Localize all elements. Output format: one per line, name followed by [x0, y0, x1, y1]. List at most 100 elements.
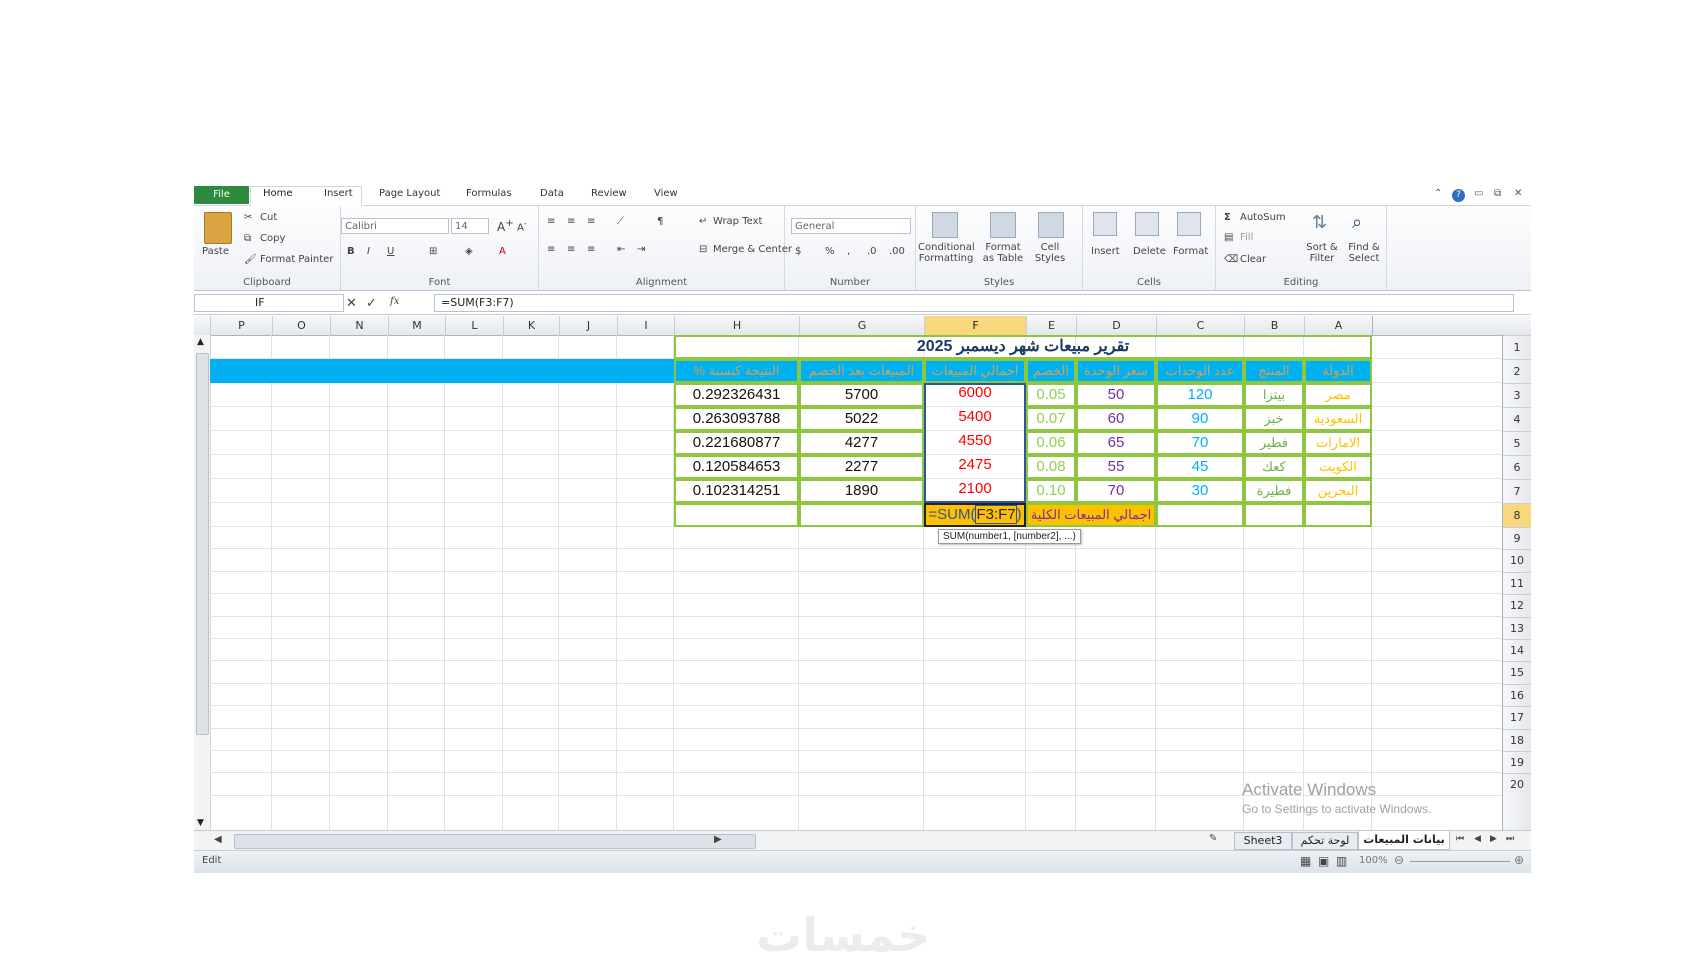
page-break-view-icon[interactable]: ▥	[1336, 854, 1347, 868]
font-name-select[interactable]: Calibri	[341, 218, 449, 234]
window-restore-icon[interactable]: ⧉	[1494, 188, 1501, 199]
cell-e6[interactable]: 0.08	[1026, 455, 1076, 479]
cell-c3[interactable]: 120	[1156, 383, 1244, 407]
row-header-6[interactable]: 6	[1503, 455, 1531, 479]
row-header-14[interactable]: 14	[1503, 639, 1531, 661]
find-select-icon[interactable]: ⌕	[1352, 212, 1362, 233]
column-header-c[interactable]: C	[1156, 316, 1244, 335]
header-cell-a[interactable]: الدولة	[1304, 359, 1372, 383]
comma-icon[interactable]: ,	[847, 246, 850, 257]
italic-icon[interactable]: I	[367, 246, 370, 257]
conditional-formatting-button[interactable]: Conditional Formatting	[918, 242, 975, 264]
cell-styles-icon[interactable]	[1038, 212, 1064, 238]
cell-b8[interactable]	[1244, 503, 1304, 527]
column-header-l[interactable]: L	[445, 316, 503, 335]
cell-b4[interactable]: خبز	[1244, 407, 1304, 431]
sheet-nav-last-icon[interactable]: ⏭	[1506, 834, 1514, 844]
row-header-12[interactable]: 12	[1503, 594, 1531, 616]
cell-g8[interactable]	[799, 503, 924, 527]
hscroll-left-icon[interactable]: ◀	[214, 834, 222, 845]
cell-g3[interactable]: 5700	[799, 383, 924, 407]
cell-c8[interactable]	[1156, 503, 1244, 527]
cell-e3[interactable]: 0.05	[1026, 383, 1076, 407]
delete-cells-icon[interactable]	[1135, 212, 1159, 236]
horizontal-scroll-thumb[interactable]	[234, 834, 756, 849]
currency-icon[interactable]: $	[795, 246, 801, 257]
row-header-18[interactable]: 18	[1503, 728, 1531, 751]
borders-icon[interactable]: ⊞	[429, 246, 437, 257]
help-icon[interactable]: ?	[1452, 189, 1465, 202]
cell-a8[interactable]	[1304, 503, 1372, 527]
underline-icon[interactable]: U	[387, 246, 394, 257]
page-layout-view-icon[interactable]: ▣	[1318, 854, 1329, 868]
decrease-indent-icon[interactable]: ⇤	[617, 244, 625, 255]
cell-g4[interactable]: 5022	[799, 407, 924, 431]
insert-cells-button[interactable]: Insert	[1091, 246, 1120, 257]
fill-button[interactable]: Fill	[1240, 232, 1253, 243]
row-header-16[interactable]: 16	[1503, 683, 1531, 706]
row-header-9[interactable]: 9	[1503, 527, 1531, 549]
increase-indent-icon[interactable]: ⇥	[637, 244, 645, 255]
cell-a5[interactable]: الامارات	[1304, 431, 1372, 455]
merge-center-icon[interactable]: ⊟	[699, 244, 707, 255]
active-cell-f8[interactable]: =SUM(F3:F7)	[924, 503, 1026, 527]
clear-button[interactable]: Clear	[1240, 254, 1266, 265]
row-header-13[interactable]: 13	[1503, 616, 1531, 639]
cell-e7[interactable]: 0.10	[1026, 479, 1076, 503]
cell-d3[interactable]: 50	[1076, 383, 1156, 407]
select-all-corner[interactable]	[1372, 316, 1401, 335]
cell-d6[interactable]: 55	[1076, 455, 1156, 479]
shrink-font-icon[interactable]: A-	[517, 218, 527, 233]
paste-icon[interactable]	[204, 212, 232, 244]
cell-h8[interactable]	[674, 503, 799, 527]
column-header-d[interactable]: D	[1076, 316, 1156, 335]
column-header-g[interactable]: G	[799, 316, 924, 335]
align-bottom-icon[interactable]: ≡	[587, 216, 595, 227]
hscroll-right-icon[interactable]: ▶	[714, 834, 722, 845]
scroll-up-icon[interactable]: ▲	[197, 337, 204, 347]
sheet-tab-dashboard[interactable]: لوحة تحكم	[1292, 832, 1358, 850]
formula-input[interactable]: =SUM(F3:F7)	[434, 294, 1514, 312]
orientation-icon[interactable]: ⟋	[617, 216, 624, 227]
insert-sheet-icon[interactable]: ✎	[1209, 833, 1217, 844]
sort-filter-button[interactable]: Sort & Filter	[1304, 242, 1340, 264]
column-header-a[interactable]: A	[1304, 316, 1372, 335]
row-header-4[interactable]: 4	[1503, 407, 1531, 431]
cell-g7[interactable]: 1890	[799, 479, 924, 503]
cell-h6[interactable]: 0.120584653	[674, 455, 799, 479]
header-cell-b[interactable]: المنتج	[1244, 359, 1304, 383]
autosum-icon[interactable]: Σ	[1224, 212, 1231, 223]
align-middle-icon[interactable]: ≡	[567, 216, 575, 227]
row-header-3[interactable]: 3	[1503, 383, 1531, 407]
header-cell-d[interactable]: سعر الوحدة	[1076, 359, 1156, 383]
tab-view[interactable]: View	[654, 188, 678, 199]
sheet-nav-first-icon[interactable]: ⏮	[1456, 834, 1464, 844]
font-color-icon[interactable]: A	[499, 246, 506, 257]
row-header-2[interactable]: 2	[1503, 359, 1531, 383]
align-top-icon[interactable]: ≡	[547, 216, 555, 227]
column-header-h[interactable]: H	[674, 316, 799, 335]
cell-c6[interactable]: 45	[1156, 455, 1244, 479]
cell-g5[interactable]: 4277	[799, 431, 924, 455]
cancel-icon[interactable]: ✕	[346, 296, 357, 311]
column-header-e[interactable]: E	[1026, 316, 1076, 335]
copy-button[interactable]: Copy	[260, 233, 285, 244]
fill-icon[interactable]: ▤	[1224, 232, 1233, 243]
tab-insert[interactable]: Insert	[324, 188, 353, 199]
copy-icon[interactable]: ⧉	[244, 233, 251, 244]
cell-c7[interactable]: 30	[1156, 479, 1244, 503]
cell-h4[interactable]: 0.263093788	[674, 407, 799, 431]
row-header-5[interactable]: 5	[1503, 431, 1531, 455]
number-format-select[interactable]: General	[791, 218, 911, 234]
window-close-icon[interactable]: ✕	[1514, 188, 1522, 199]
paste-button[interactable]: Paste	[202, 246, 229, 257]
cell-g6[interactable]: 2277	[799, 455, 924, 479]
zoom-out-icon[interactable]: ⊖	[1394, 853, 1404, 867]
enter-icon[interactable]: ✓	[366, 296, 377, 311]
header-cell-c[interactable]: عدد الوحدات	[1156, 359, 1244, 383]
format-as-table-icon[interactable]	[990, 212, 1016, 238]
row-header-10[interactable]: 10	[1503, 549, 1531, 571]
row-header-17[interactable]: 17	[1503, 706, 1531, 728]
cell-d5[interactable]: 65	[1076, 431, 1156, 455]
cell-h7[interactable]: 0.102314251	[674, 479, 799, 503]
